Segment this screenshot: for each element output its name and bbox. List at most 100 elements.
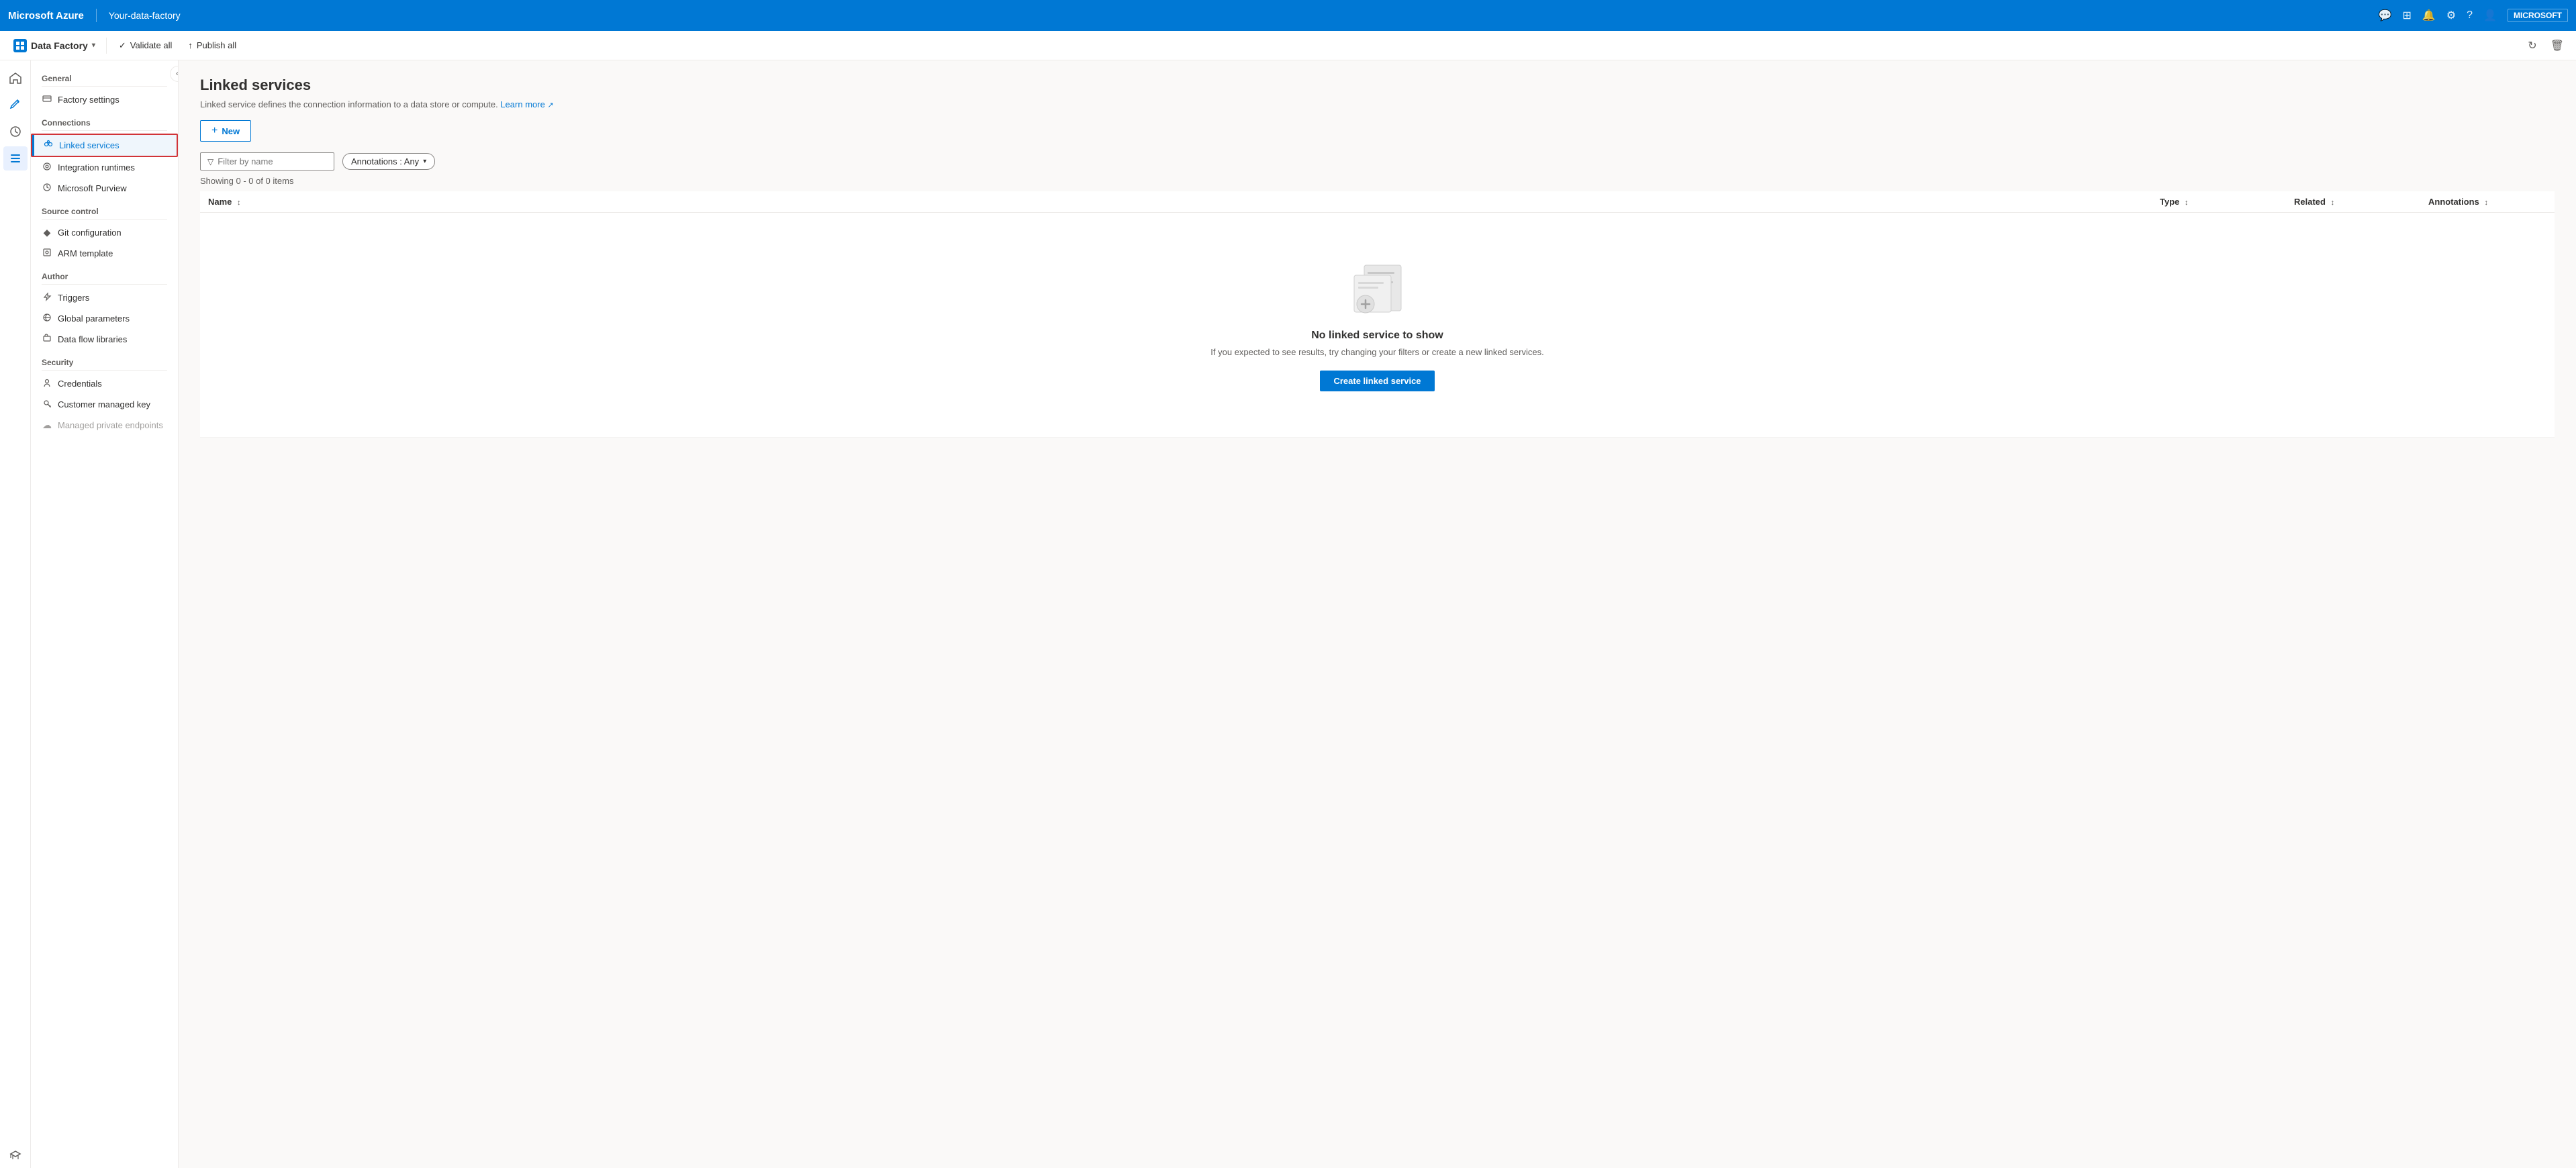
col-related-header[interactable]: Related ↕ xyxy=(2286,191,2420,213)
empty-state-title: No linked service to show xyxy=(1311,330,1443,342)
home-nav-button[interactable] xyxy=(3,66,28,90)
new-label: New xyxy=(222,126,240,136)
factory-name[interactable]: Your-data-factory xyxy=(109,10,181,21)
df-icon xyxy=(13,39,27,52)
nav-microsoft-purview[interactable]: Microsoft Purview xyxy=(31,178,178,199)
main-content: Linked services Linked service defines t… xyxy=(179,60,2576,1168)
credentials-label: Credentials xyxy=(58,379,102,389)
integration-runtimes-icon xyxy=(42,162,52,173)
global-params-icon xyxy=(42,313,52,324)
author-divider xyxy=(42,284,167,285)
nav-linked-services[interactable]: Linked services xyxy=(31,134,178,157)
validate-icon: ✓ xyxy=(119,40,126,51)
arm-icon xyxy=(42,248,52,259)
publish-icon: ↑ xyxy=(188,40,193,50)
plus-icon: + xyxy=(211,125,218,137)
name-sort-icon: ↕ xyxy=(237,199,241,207)
connections-divider xyxy=(42,130,167,131)
triggers-icon xyxy=(42,292,52,303)
nav-data-flow-libraries[interactable]: Data flow libraries xyxy=(31,329,178,350)
factory-settings-label: Factory settings xyxy=(58,95,120,105)
publish-label: Publish all xyxy=(197,40,236,50)
monitor-nav-button[interactable] xyxy=(3,119,28,144)
df-libs-label: Data flow libraries xyxy=(58,334,127,344)
col-name-header[interactable]: Name ↕ xyxy=(200,191,2152,213)
azure-brand[interactable]: Microsoft Azure xyxy=(8,10,84,21)
company-badge[interactable]: MICROSOFT xyxy=(2508,9,2568,22)
integration-runtimes-label: Integration runtimes xyxy=(58,162,135,173)
linked-services-icon xyxy=(43,140,54,151)
toolbar-sep1 xyxy=(106,38,107,54)
main-toolbar: Data Factory ▾ ✓ Validate all ↑ Publish … xyxy=(0,31,2576,60)
validate-all-button[interactable]: ✓ Validate all xyxy=(112,37,179,54)
content-toolbar: + New xyxy=(200,120,2555,142)
page-title: Linked services xyxy=(200,77,2555,94)
type-sort-icon: ↕ xyxy=(2185,199,2189,207)
filter-input-wrapper[interactable]: ▽ xyxy=(200,152,334,171)
df-chevron: ▾ xyxy=(92,42,95,49)
purview-label: Microsoft Purview xyxy=(58,183,127,193)
new-linked-service-button[interactable]: + New xyxy=(200,120,251,142)
page-description: Linked service defines the connection in… xyxy=(200,99,2555,109)
portal-icon[interactable]: ⊞ xyxy=(2403,9,2412,22)
notifications-icon[interactable]: 🔔 xyxy=(2422,9,2436,22)
annotations-filter-button[interactable]: Annotations : Any ▾ xyxy=(342,153,435,170)
credentials-icon xyxy=(42,378,52,389)
mpe-icon: ☁ xyxy=(42,420,52,431)
nav-customer-managed-key[interactable]: Customer managed key xyxy=(31,394,178,415)
data-factory-selector[interactable]: Data Factory ▾ xyxy=(8,36,101,56)
top-bar: Microsoft Azure Your-data-factory 💬 ⊞ 🔔 … xyxy=(0,0,2576,31)
cmk-icon xyxy=(42,399,52,410)
empty-state: No linked service to show If you expecte… xyxy=(208,218,2546,432)
col-annotations-header[interactable]: Annotations ↕ xyxy=(2420,191,2555,213)
refresh-button[interactable]: ↻ xyxy=(2524,36,2540,55)
general-section-label: General xyxy=(31,66,178,86)
filter-by-name-input[interactable] xyxy=(218,156,312,166)
factory-settings-icon xyxy=(42,94,52,105)
help-icon[interactable]: ? xyxy=(2467,9,2473,21)
nav-managed-private-endpoints: ☁ Managed private endpoints xyxy=(31,415,178,436)
nav-credentials[interactable]: Credentials xyxy=(31,373,178,394)
learn-nav-button[interactable] xyxy=(3,1144,28,1168)
git-label: Git configuration xyxy=(58,228,122,238)
git-icon: ◆ xyxy=(42,227,52,238)
nav-global-parameters[interactable]: Global parameters xyxy=(31,308,178,329)
arm-label: ARM template xyxy=(58,248,113,258)
col-type-header[interactable]: Type ↕ xyxy=(2152,191,2286,213)
purview-icon xyxy=(42,183,52,194)
create-linked-service-button[interactable]: Create linked service xyxy=(1320,371,1434,391)
empty-state-illustration xyxy=(1344,258,1411,319)
publish-all-button[interactable]: ↑ Publish all xyxy=(181,37,243,54)
nav-sidebar: « General Factory settings Connections xyxy=(31,60,179,1168)
toolbar-right: ↻ 🗑 xyxy=(2524,36,2568,55)
manage-nav-button[interactable] xyxy=(3,146,28,171)
nav-triggers[interactable]: Triggers xyxy=(31,287,178,308)
empty-state-desc: If you expected to see results, try chan… xyxy=(1210,347,1543,357)
user-icon[interactable]: 👤 xyxy=(2483,9,2497,22)
df-label: Data Factory xyxy=(31,40,88,51)
related-sort-icon: ↕ xyxy=(2331,199,2335,207)
empty-state-cell: No linked service to show If you expecte… xyxy=(200,213,2555,438)
more-options-button[interactable]: 🗑 xyxy=(2546,36,2568,55)
author-section-label: Author xyxy=(31,264,178,284)
filter-icon: ▽ xyxy=(207,157,213,166)
nav-git-configuration[interactable]: ◆ Git configuration xyxy=(31,222,178,243)
annotations-sort-icon: ↕ xyxy=(2484,199,2488,207)
source-control-section-label: Source control xyxy=(31,199,178,219)
linked-services-label: Linked services xyxy=(59,140,120,150)
nav-factory-settings[interactable]: Factory settings xyxy=(31,89,178,110)
annotations-label: Annotations : Any xyxy=(351,156,419,166)
mpe-label: Managed private endpoints xyxy=(58,420,163,430)
icon-sidebar xyxy=(0,60,31,1168)
annotations-chevron: ▾ xyxy=(423,158,426,165)
nav-arm-template[interactable]: ARM template xyxy=(31,243,178,264)
learn-more-link[interactable]: Learn more xyxy=(500,99,544,109)
author-nav-button[interactable] xyxy=(3,93,28,117)
settings-icon[interactable]: ⚙ xyxy=(2446,9,2456,22)
nav-integration-runtimes[interactable]: Integration runtimes xyxy=(31,157,178,178)
feedback-icon[interactable]: 💬 xyxy=(2379,9,2392,22)
validate-label: Validate all xyxy=(130,40,173,50)
external-link-icon: ↗ xyxy=(547,101,553,109)
cmk-label: Customer managed key xyxy=(58,399,150,409)
security-section-label: Security xyxy=(31,350,178,370)
